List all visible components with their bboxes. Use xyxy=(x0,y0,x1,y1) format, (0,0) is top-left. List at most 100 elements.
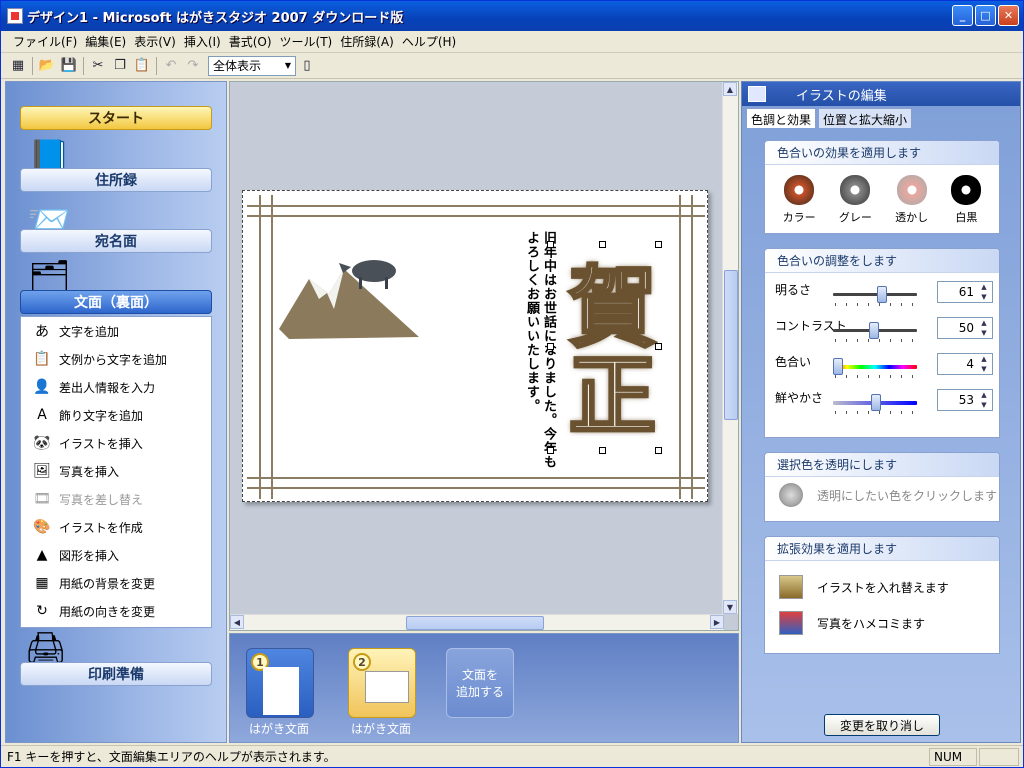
task-insert-photo[interactable]: 🖼 写真を挿入 xyxy=(21,457,211,485)
resize-handle[interactable] xyxy=(655,447,662,454)
effect-black-white[interactable]: 白黒 xyxy=(951,175,982,225)
resize-handle[interactable] xyxy=(655,241,662,248)
resize-handle[interactable] xyxy=(547,447,554,454)
transparent-color-picker[interactable]: 透明にしたい色をクリックします xyxy=(765,477,999,513)
slider-knob[interactable] xyxy=(871,394,881,411)
effect-color[interactable]: カラー xyxy=(783,175,816,225)
task-add-text[interactable]: あ文字を追加 xyxy=(21,317,211,345)
group-header: 色合いの調整をします xyxy=(765,249,999,273)
copy-icon[interactable]: ❐ xyxy=(109,55,131,77)
rotate-icon: ↻ xyxy=(36,603,48,619)
menu-tools[interactable]: ツール(T) xyxy=(276,33,337,50)
menu-format[interactable]: 書式(O) xyxy=(225,33,276,50)
tab-color-effects[interactable]: 色調と効果 xyxy=(746,108,817,128)
saturation-input[interactable]: 53 ▲ ▼ xyxy=(937,389,993,411)
spin-arrows-icon[interactable]: ▲ ▼ xyxy=(977,283,991,301)
contrast-row: コントラスト 50 ▲ ▼ xyxy=(765,315,1001,345)
task-create-illustration[interactable]: 🎨 イラストを作成 xyxy=(21,513,211,541)
task-replace-photo[interactable]: 🎞 写真を差し替え xyxy=(21,485,211,513)
contrast-input[interactable]: 50 ▲ ▼ xyxy=(937,317,993,339)
toolbar-separator xyxy=(156,56,157,75)
message-side-button[interactable]: 文面（裏面） xyxy=(20,290,212,314)
menu-file[interactable]: ファイル(F) xyxy=(9,33,81,50)
revert-changes-button[interactable]: 変更を取り消し xyxy=(824,714,940,736)
hue-input[interactable]: 4 ▲ ▼ xyxy=(937,353,993,375)
start-button[interactable]: スタート xyxy=(20,106,212,130)
effect-gray[interactable]: グレー xyxy=(839,175,872,225)
resize-handle[interactable] xyxy=(655,343,662,350)
close-button[interactable]: ✕ xyxy=(998,5,1019,26)
zoom-select[interactable]: 全体表示 ▼ xyxy=(208,55,296,76)
thumbnail-page-2[interactable]: 2 xyxy=(348,648,416,718)
frame-line xyxy=(247,205,705,207)
saturation-slider[interactable] xyxy=(833,394,917,411)
film-icon: 🎞 xyxy=(33,491,51,507)
horizontal-scrollbar[interactable]: ◀ ▶ xyxy=(230,614,724,630)
page-icon[interactable]: ▯ xyxy=(296,55,318,77)
dog-color-icon xyxy=(784,175,815,205)
menu-insert[interactable]: 挿入(I) xyxy=(180,33,225,50)
brightness-slider[interactable] xyxy=(833,286,917,303)
spin-arrows-icon[interactable]: ▲ ▼ xyxy=(977,319,991,337)
task-add-decorative-text[interactable]: A 飾り文字を追加 xyxy=(21,401,211,429)
postcard-canvas[interactable]: 旧年中はお世話になりました。今年もよろしくお願いいたします。 賀正 xyxy=(242,190,708,502)
contrast-slider[interactable] xyxy=(833,322,917,339)
task-sender-info[interactable]: 👤 差出人情報を入力 xyxy=(21,373,211,401)
insert-photo-frame[interactable]: 写真をハメコミます xyxy=(765,605,999,641)
print-button[interactable]: 印刷準備 xyxy=(20,662,212,686)
horizontal-scroll-thumb[interactable] xyxy=(406,616,544,630)
save-icon[interactable]: 💾 xyxy=(58,55,80,77)
task-change-orientation[interactable]: ↻ 用紙の向きを変更 xyxy=(21,597,211,625)
slider-knob[interactable] xyxy=(833,358,843,375)
add-page-button[interactable]: 文面を 追加する xyxy=(446,648,514,718)
chevron-down-icon[interactable]: ▼ xyxy=(723,600,737,614)
menu-help[interactable]: ヘルプ(H) xyxy=(398,33,460,50)
vertical-scroll-thumb[interactable] xyxy=(724,270,738,420)
editing-area[interactable]: 旧年中はお世話になりました。今年もよろしくお願いいたします。 賀正 ▲ ▼ ◀ … xyxy=(229,81,739,631)
title-bar: デザイン1 - Microsoft はがきスタジオ 2007 ダウンロード版 _… xyxy=(1,1,1023,31)
task-insert-illustration[interactable]: 🐼 イラストを挿入 xyxy=(21,429,211,457)
color-effect-group: 色合いの効果を適用します カラー グレー 透かし 白黒 xyxy=(764,140,1000,234)
hue-slider[interactable] xyxy=(833,358,917,375)
resize-handle[interactable] xyxy=(547,343,554,350)
paste-icon[interactable]: 📋 xyxy=(131,55,153,77)
tab-position-scale[interactable]: 位置と拡大縮小 xyxy=(818,108,913,128)
resize-handle[interactable] xyxy=(547,241,554,248)
spin-arrows-icon[interactable]: ▲ ▼ xyxy=(977,355,991,373)
task-change-background[interactable]: ▦ 用紙の背景を変更 xyxy=(21,569,211,597)
menu-edit[interactable]: 編集(E) xyxy=(81,33,130,50)
thumbnail-page-1[interactable]: 1 xyxy=(246,648,314,718)
menu-address[interactable]: 住所録(A) xyxy=(336,33,398,50)
group-header: 色合いの効果を適用します xyxy=(765,141,999,165)
spin-arrows-icon[interactable]: ▲ ▼ xyxy=(977,391,991,409)
chevron-left-icon[interactable]: ◀ xyxy=(230,615,244,629)
pane-tabs: 色調と効果 位置と拡大縮小 xyxy=(746,108,914,128)
resize-handle[interactable] xyxy=(599,241,606,248)
chevron-right-icon[interactable]: ▶ xyxy=(710,615,724,629)
pane-menu-icon[interactable] xyxy=(748,86,766,102)
boar-mountain-illustration[interactable] xyxy=(279,249,419,339)
redo-icon[interactable]: ↷ xyxy=(182,55,204,77)
minimize-button[interactable]: _ xyxy=(952,5,973,26)
chevron-up-icon[interactable]: ▲ xyxy=(723,82,737,96)
task-insert-shape[interactable]: ▲ 図形を挿入 xyxy=(21,541,211,569)
resize-handle[interactable] xyxy=(599,447,606,454)
address-side-button[interactable]: 宛名面 xyxy=(20,229,212,253)
maximize-button[interactable]: □ xyxy=(975,5,996,26)
effect-washout[interactable]: 透かし xyxy=(895,175,928,225)
brightness-input[interactable]: 61 ▲ ▼ xyxy=(937,281,993,303)
task-add-sample-text[interactable]: 📋 文例から文字を追加 xyxy=(21,345,211,373)
greeting-word[interactable]: 賀正 xyxy=(551,249,659,449)
app-icon[interactable] xyxy=(7,8,23,24)
cut-icon[interactable]: ✂ xyxy=(87,55,109,77)
slider-knob[interactable] xyxy=(877,286,887,303)
menu-view[interactable]: 表示(V) xyxy=(130,33,180,50)
vertical-scrollbar[interactable]: ▲ ▼ xyxy=(722,82,738,614)
slider-knob[interactable] xyxy=(869,322,879,339)
address-book-button[interactable]: 住所録 xyxy=(20,168,212,192)
greeting-message[interactable]: 旧年中はお世話になりました。今年もよろしくお願いいたします。 xyxy=(505,231,557,481)
open-folder-icon[interactable]: 📂 xyxy=(36,55,58,77)
replace-illustration[interactable]: イラストを入れ替えます xyxy=(765,569,999,605)
undo-icon[interactable]: ↶ xyxy=(160,55,182,77)
grid-view-icon[interactable]: ▦ xyxy=(7,55,29,77)
